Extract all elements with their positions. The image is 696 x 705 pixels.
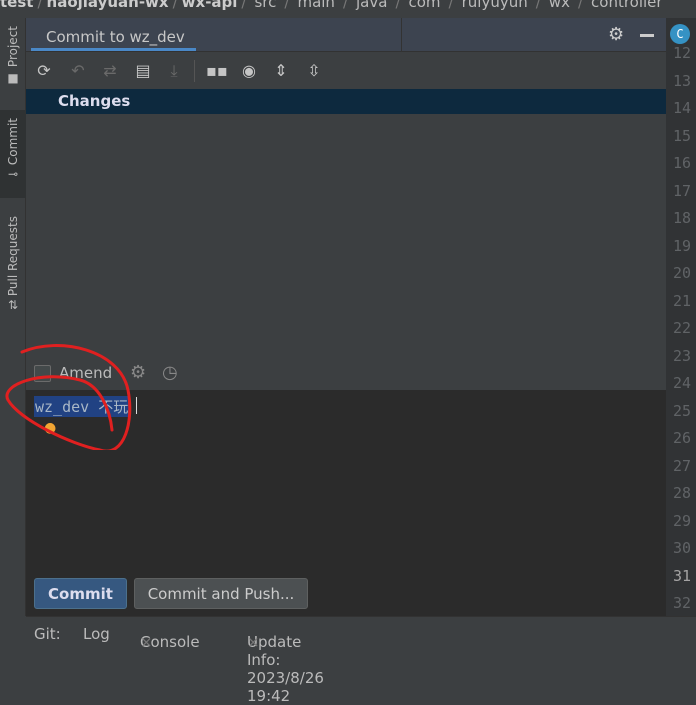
left-tool-strip: Project ■ Commit ⊸ Pull Requests ⇅ bbox=[0, 18, 26, 616]
breadcrumb-item[interactable]: src bbox=[254, 0, 276, 11]
line-number: 26 bbox=[673, 429, 692, 447]
toolbar-separator bbox=[194, 60, 195, 82]
class-file-icon[interactable]: C bbox=[670, 24, 690, 44]
amend-row: Amend ⚙ ◷ bbox=[26, 362, 666, 390]
breadcrumb-separator: / bbox=[284, 0, 290, 11]
lightbulb-icon[interactable]: ● bbox=[44, 420, 56, 436]
breadcrumb-separator: / bbox=[577, 0, 584, 11]
line-number: 21 bbox=[673, 291, 692, 310]
editor-gutter: C 12 13 14 15 16 17 18 19 20 21 22 23 24 25 26 27 28 29 30… bbox=[666, 18, 696, 616]
tab-log[interactable]: Log bbox=[83, 625, 110, 643]
changes-tree bbox=[26, 114, 666, 362]
expand-all-icon[interactable]: ⇕ bbox=[271, 61, 291, 80]
line-number: 32 bbox=[673, 594, 692, 612]
breadcrumb-separator: / bbox=[37, 0, 43, 11]
collapse-all-icon[interactable]: ⇳ bbox=[304, 61, 324, 80]
show-diff-icon[interactable]: ⇄ bbox=[100, 61, 120, 80]
rollback-icon[interactable]: ↶ bbox=[68, 61, 88, 80]
tab-label: Commit bbox=[6, 118, 20, 166]
amend-checkbox[interactable] bbox=[34, 365, 51, 382]
tab-label: Pull Requests bbox=[6, 216, 20, 297]
breadcrumb: test / haojiayuan-wx / wx-api / src / main / java /… bbox=[0, 0, 696, 11]
breadcrumb-item[interactable]: controller bbox=[591, 0, 663, 11]
line-number: 13 bbox=[673, 71, 692, 90]
tab-label: Project bbox=[6, 26, 20, 68]
commit-icon: ⊸ bbox=[7, 167, 19, 182]
commit-and-push-button[interactable]: Commit and Push... bbox=[134, 578, 308, 609]
line-number: 16 bbox=[673, 154, 692, 172]
line-number: 27 bbox=[673, 456, 692, 475]
breadcrumb-separator: / bbox=[342, 0, 348, 11]
breadcrumb-item[interactable]: haojiayuan-wx bbox=[47, 0, 169, 11]
breadcrumb-item[interactable]: wx-api bbox=[182, 0, 238, 11]
line-number: 19 bbox=[673, 236, 692, 255]
git-label: Git: bbox=[34, 625, 61, 643]
breadcrumb-item[interactable]: test bbox=[0, 0, 33, 11]
view-options-icon[interactable]: ◉ bbox=[239, 61, 259, 80]
changelist-icon[interactable]: ▤ bbox=[133, 61, 153, 80]
pull-request-icon: ⇅ bbox=[7, 298, 19, 313]
line-number: 29 bbox=[673, 511, 692, 530]
commit-panel-header: Commit to wz_dev ⚙ bbox=[26, 18, 666, 52]
clock-icon[interactable]: ◷ bbox=[162, 362, 178, 383]
refresh-icon[interactable]: ⟳ bbox=[34, 61, 54, 80]
line-number: 25 bbox=[673, 401, 692, 420]
commit-toolbar: ⟳ ↶ ⇄ ▤ ⤓ ▪▪ ◉ ⇕ ⇳ bbox=[26, 52, 666, 89]
breadcrumb-separator: / bbox=[535, 0, 541, 11]
breadcrumb-separator: / bbox=[172, 0, 178, 11]
breadcrumb-item[interactable]: java bbox=[356, 0, 387, 11]
line-number: 24 bbox=[673, 374, 692, 392]
amend-label[interactable]: Amend bbox=[59, 364, 112, 382]
tab-commit[interactable]: Commit ⊸ bbox=[0, 110, 26, 198]
breadcrumb-item[interactable]: com bbox=[409, 0, 441, 11]
folder-icon: ■ bbox=[7, 71, 19, 86]
breadcrumb-separator: / bbox=[448, 0, 454, 11]
changes-node[interactable]: Changes bbox=[26, 89, 666, 114]
breadcrumb-item[interactable]: ruiyuyun bbox=[462, 0, 528, 11]
gear-icon[interactable]: ⚙ bbox=[608, 24, 624, 45]
active-tab-underline bbox=[31, 48, 196, 51]
gear-icon[interactable]: ⚙ bbox=[130, 362, 146, 383]
close-icon[interactable]: × bbox=[140, 633, 153, 651]
shelve-icon[interactable]: ⤓ bbox=[164, 61, 184, 81]
text-caret bbox=[136, 397, 137, 414]
message-text: wz_dev 不玩 bbox=[35, 398, 129, 416]
line-number: 18 bbox=[673, 209, 692, 227]
commit-message-input[interactable]: wz_dev 不玩 bbox=[34, 396, 130, 417]
line-number: 31 bbox=[673, 566, 692, 585]
breadcrumb-item[interactable]: wx bbox=[549, 0, 570, 11]
tab-project[interactable]: Project ■ bbox=[0, 18, 26, 98]
breadcrumb-item[interactable]: main bbox=[297, 0, 334, 11]
bottom-tool-bar: Git: Log Console × Update Info: 2023/8/2… bbox=[26, 616, 696, 705]
tab-commit-to-branch[interactable]: Commit to wz_dev bbox=[46, 28, 185, 46]
close-icon[interactable]: × bbox=[247, 633, 260, 651]
commit-button[interactable]: Commit bbox=[34, 578, 127, 609]
line-number: 12 bbox=[673, 44, 692, 62]
line-number: 28 bbox=[673, 484, 692, 502]
divider bbox=[401, 18, 402, 52]
line-number: 15 bbox=[673, 126, 692, 145]
line-number: 22 bbox=[673, 319, 692, 337]
line-number: 30 bbox=[673, 539, 692, 557]
line-number: 17 bbox=[673, 181, 692, 200]
group-by-icon[interactable]: ▪▪ bbox=[206, 61, 228, 80]
commit-message-area[interactable]: wz_dev 不玩 ● Commit Commit and Push... bbox=[26, 390, 666, 616]
line-number: 14 bbox=[673, 99, 692, 117]
minimize-icon[interactable] bbox=[640, 34, 654, 37]
line-number: 23 bbox=[673, 346, 692, 365]
breadcrumb-separator: / bbox=[395, 0, 401, 11]
breadcrumb-separator: / bbox=[241, 0, 247, 11]
tab-pull-requests[interactable]: Pull Requests ⇅ bbox=[0, 210, 26, 322]
line-number: 20 bbox=[673, 264, 692, 282]
